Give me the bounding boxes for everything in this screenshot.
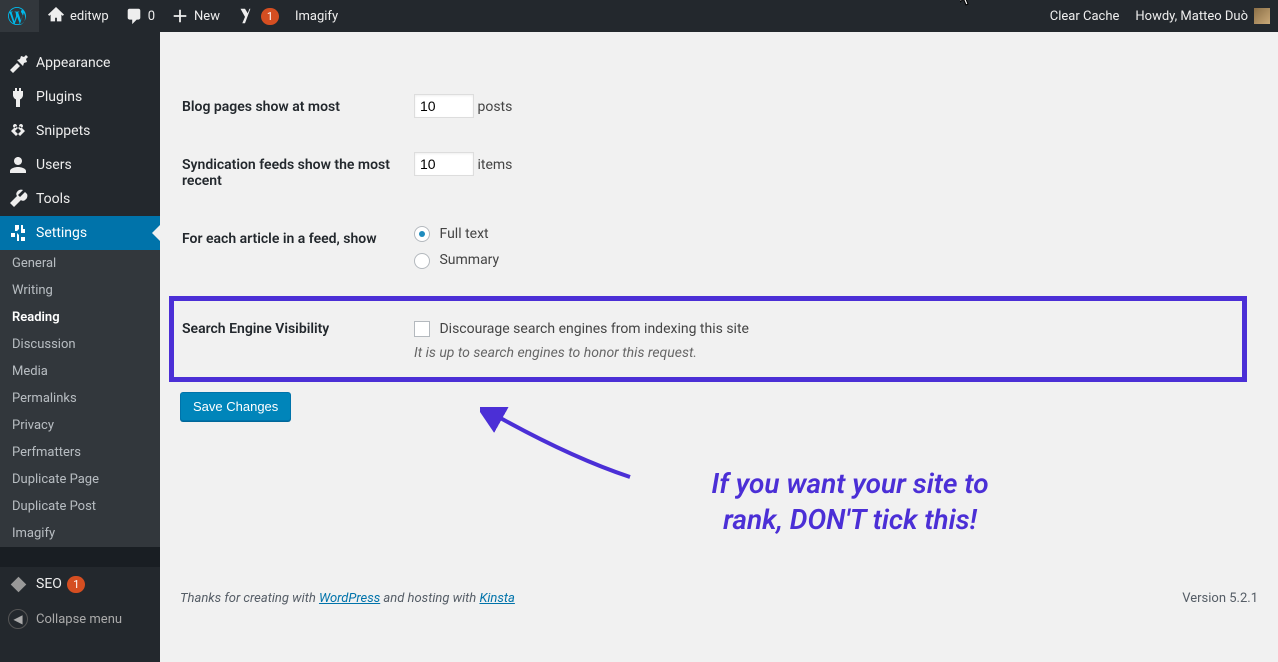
greeting-text: Howdy, Matteo Duò [1135,9,1248,24]
site-name-text: editwp [70,9,109,24]
snippets-label: Snippets [36,123,90,139]
version-text: Version 5.2.1 [1182,591,1258,606]
new-label: New [194,9,220,24]
submenu-writing[interactable]: Writing [0,277,160,304]
seo-icon [8,574,28,594]
site-name-menu[interactable]: editwp [39,0,117,32]
row-blog-pages: Blog pages show at most posts [182,79,1256,135]
blog-pages-label: Blog pages show at most [182,79,402,135]
discourage-description: It is up to search engines to honor this… [414,345,1224,361]
snippets-icon [8,121,28,141]
row-article-feed: For each article in a feed, show Full te… [182,211,1256,294]
discourage-label: Discourage search engines from indexing … [439,321,748,337]
sidebar-separator [0,547,160,567]
submenu-perfmatters[interactable]: Perfmatters [0,439,160,466]
syndication-input[interactable] [414,152,474,176]
submenu-privacy[interactable]: Privacy [0,412,160,439]
wordpress-link[interactable]: WordPress [319,591,380,606]
tools-icon [8,189,28,209]
collapse-menu-button[interactable]: ◀ Collapse menu [0,601,160,637]
discourage-checkbox[interactable] [414,321,430,337]
cursor-icon [960,0,976,8]
wordpress-icon [8,7,26,25]
imagify-label: Imagify [295,9,338,24]
tools-label: Tools [36,191,70,207]
admin-sidebar: Appearance Plugins Snippets Users Tools … [0,32,160,662]
admin-footer: Thanks for creating with WordPress and h… [180,576,1258,621]
account-menu[interactable]: Howdy, Matteo Duò [1127,0,1278,32]
footer-mid: and hosting with [383,591,479,606]
submenu-reading[interactable]: Reading [0,304,160,331]
summary-label: Summary [439,252,499,268]
submenu-discussion[interactable]: Discussion [0,331,160,358]
users-label: Users [36,157,72,173]
new-content-menu[interactable]: New [163,0,228,32]
blog-pages-suffix: posts [477,99,512,115]
full-text-option[interactable]: Full text [414,226,1246,242]
imagify-menu[interactable]: Imagify [287,0,346,32]
plus-icon [171,7,189,25]
clear-cache-button[interactable]: Clear Cache [1042,0,1128,32]
appearance-icon [8,53,28,73]
settings-label: Settings [36,225,87,241]
article-feed-label: For each article in a feed, show [182,211,402,294]
comments-menu[interactable]: 0 [117,0,163,32]
kinsta-link[interactable]: Kinsta [479,591,514,606]
submenu-general[interactable]: General [0,250,160,277]
row-syndication: Syndication feeds show the most recent i… [182,137,1256,209]
search-visibility-label: Search Engine Visibility [182,303,402,375]
submenu-permalinks[interactable]: Permalinks [0,385,160,412]
plugins-label: Plugins [36,89,82,105]
plugins-icon [8,87,28,107]
clear-cache-label: Clear Cache [1050,9,1120,24]
footer-prefix: Thanks for creating with [180,591,319,606]
full-text-label: Full text [439,226,488,242]
seo-label: SEO [36,576,62,592]
sidebar-item-tools[interactable]: Tools [0,182,160,216]
discourage-option[interactable]: Discourage search engines from indexing … [414,321,749,337]
comment-icon [125,7,143,25]
submenu-media[interactable]: Media [0,358,160,385]
yoast-menu[interactable]: 1 [228,0,287,32]
blog-pages-input[interactable] [414,94,474,118]
users-icon [8,155,28,175]
seo-badge: 1 [67,576,85,593]
syndication-suffix: items [477,157,512,173]
comments-count: 0 [148,9,155,24]
yoast-icon [236,7,254,25]
avatar [1254,8,1270,24]
admin-toolbar: editwp 0 New 1 Imagify Clear Cache Howdy… [0,0,1278,32]
settings-icon [8,223,28,243]
main-content: Blog pages show at most posts Syndicatio… [160,32,1278,662]
sidebar-item-seo[interactable]: SEO 1 [0,567,160,601]
submenu-duplicate-page[interactable]: Duplicate Page [0,466,160,493]
annotation-text: If you want your site to rank, DON'T tic… [630,466,1070,539]
annotation-arrow [480,407,640,487]
syndication-label: Syndication feeds show the most recent [182,137,402,209]
wordpress-logo-menu[interactable] [0,0,39,32]
home-icon [47,7,65,25]
settings-submenu: General Writing Reading Discussion Media… [0,250,160,547]
summary-option[interactable]: Summary [414,252,1246,268]
sidebar-item-appearance[interactable]: Appearance [0,46,160,80]
yoast-badge: 1 [261,8,279,25]
highlighted-search-visibility: Search Engine Visibility Discourage sear… [169,296,1247,382]
sidebar-item-plugins[interactable]: Plugins [0,80,160,114]
summary-radio[interactable] [414,253,430,269]
collapse-label: Collapse menu [36,612,122,627]
sidebar-item-users[interactable]: Users [0,148,160,182]
submenu-imagify[interactable]: Imagify [0,520,160,547]
sidebar-item-settings[interactable]: Settings [0,216,160,250]
full-text-radio[interactable] [414,226,430,242]
submenu-duplicate-post[interactable]: Duplicate Post [0,493,160,520]
save-changes-button[interactable]: Save Changes [180,392,291,421]
appearance-label: Appearance [36,55,110,71]
collapse-icon: ◀ [8,609,28,629]
sidebar-item-snippets[interactable]: Snippets [0,114,160,148]
